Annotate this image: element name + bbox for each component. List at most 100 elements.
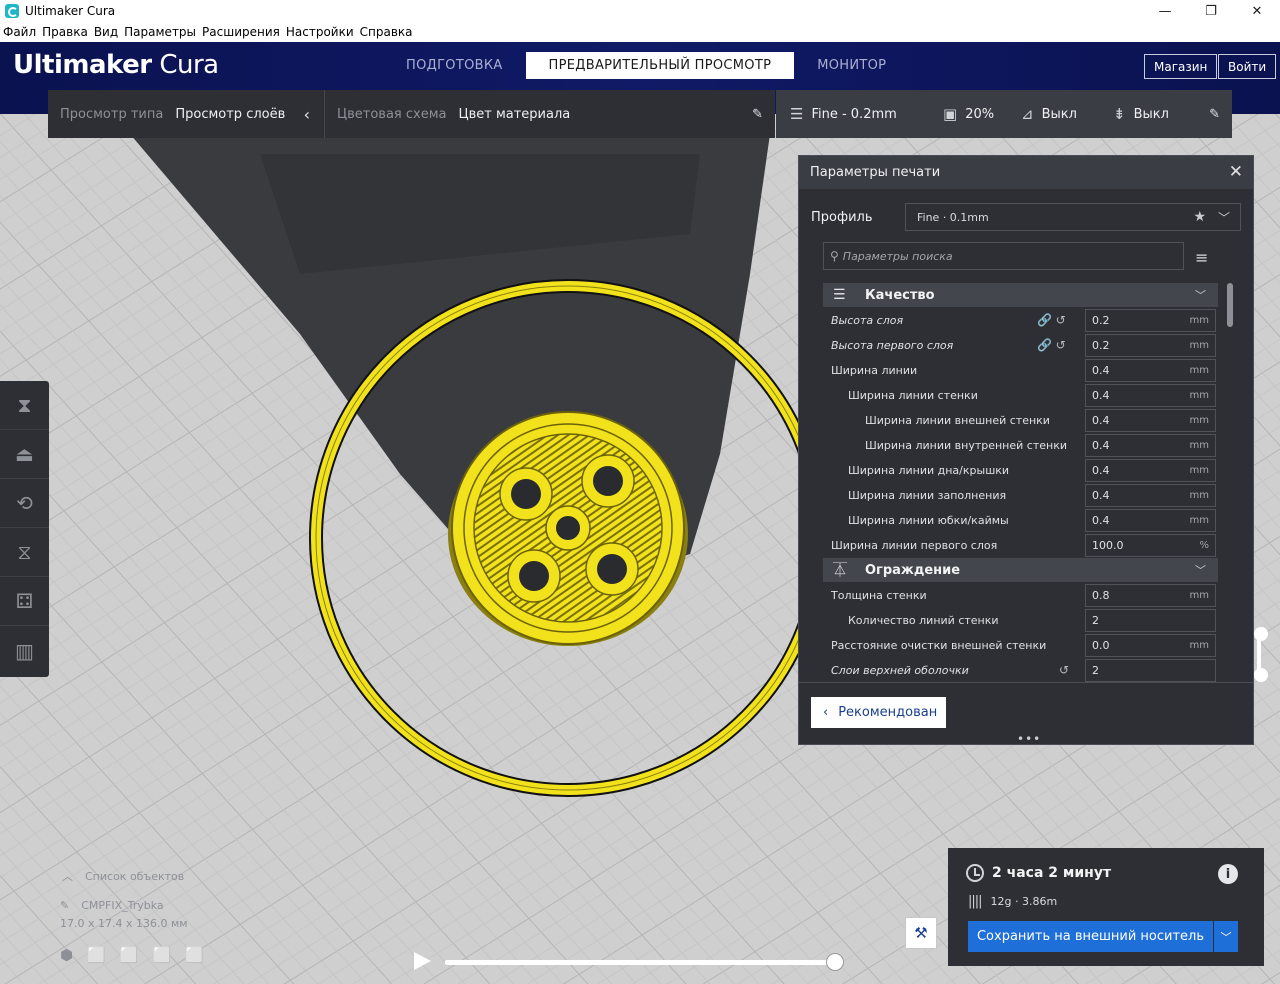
reset-icon[interactable]: ↺ [1059, 663, 1069, 677]
color-scheme-value: Цвет материала [458, 106, 571, 122]
close-icon[interactable]: ✕ [1229, 162, 1243, 182]
filament-icon: |||| [968, 894, 982, 909]
info-icon[interactable]: i [1218, 864, 1238, 884]
tools-icon[interactable]: ⚒ [905, 917, 937, 949]
setting-value-field[interactable]: 100.0% [1085, 534, 1216, 557]
tab-preview[interactable]: ПРЕДВАРИТЕЛЬНЫЙ ПРОСМОТР [525, 52, 795, 79]
setting-value-field[interactable]: 0.0 mm [1085, 634, 1216, 657]
profile-summary[interactable]: ☰ Fine - 0.2mm [790, 105, 897, 123]
profile-label: Профиль [811, 209, 873, 225]
color-scheme-label: Цветовая схема [337, 106, 447, 122]
setting-row: Высота первого слоя 🔗 ↺ 0.2 mm [823, 333, 1218, 358]
scrollbar-thumb[interactable] [1227, 283, 1233, 327]
mirror-tool-icon[interactable]: ⧖ [0, 528, 49, 577]
settings-search[interactable]: ⚲ [823, 242, 1184, 270]
path-slider-track[interactable] [445, 960, 837, 965]
minimize-button[interactable]: — [1142, 0, 1188, 22]
play-icon[interactable] [414, 952, 431, 970]
maximize-button[interactable]: ❐ [1188, 0, 1234, 22]
cura-app-icon [5, 4, 19, 18]
category-shell[interactable]: ⏄ Ограждение ﹀ [823, 558, 1218, 582]
camera-3d-icon[interactable]: ⬢ [60, 946, 87, 964]
setting-value-field[interactable]: 0.2 mm [1085, 309, 1216, 332]
settings-panel-title: Параметры печати [810, 165, 941, 180]
settings-list[interactable]: ☰ Качество ﹀ Высота слоя 🔗 ↺ 0.2 mm Высот… [823, 283, 1218, 683]
camera-front-icon[interactable]: ⬜ [87, 946, 120, 964]
support-summary[interactable]: ⊿ Выкл [1021, 105, 1077, 123]
tab-prepare[interactable]: ПОДГОТОВКА [383, 52, 526, 79]
setting-value-field[interactable]: 0.4 mm [1085, 484, 1216, 507]
print-output-panel: 2 часа 2 минут i |||| 12g · 3.86m Сохран… [948, 848, 1264, 966]
view-type-selector[interactable]: Просмотр типа Просмотр слоёв ‹ [48, 90, 324, 138]
print-setup-bar[interactable]: ☰ Fine - 0.2mm ▣ 20% ⊿ Выкл ⇟ Выкл ✎ [776, 90, 1232, 138]
setting-row: Ширина линии первого слоя 100.0% [823, 533, 1218, 558]
pencil-icon: ✎ [60, 898, 70, 912]
setting-row: Ширина линии внутренней стенки 0.4 mm [823, 433, 1218, 458]
menu-bar: Файл Правка Вид Параметры Расширения Нас… [0, 22, 1280, 42]
tab-monitor[interactable]: МОНИТОР [794, 52, 909, 79]
object-list: ︿ Список объектов ✎ CMPFIX_Trybka 17.0 x… [60, 866, 218, 965]
path-slider-handle[interactable] [826, 953, 844, 971]
search-input[interactable] [842, 249, 1173, 263]
chevron-down-icon[interactable]: ﹀ [1214, 921, 1238, 952]
camera-right-icon[interactable]: ⬜ [185, 946, 218, 964]
marketplace-button[interactable]: Магазин [1144, 54, 1218, 79]
adhesion-summary[interactable]: ⇟ Выкл [1113, 105, 1169, 123]
setting-value-field[interactable]: 0.8 mm [1085, 584, 1216, 607]
object-dimensions: 17.0 x 17.4 x 136.0 мм [60, 916, 188, 930]
category-quality[interactable]: ☰ Качество ﹀ [823, 283, 1218, 307]
object-name-row[interactable]: ✎ CMPFIX_Trybka [60, 895, 218, 915]
setting-value-field[interactable]: 0.4 mm [1085, 409, 1216, 432]
scale-tool-icon[interactable]: ⏏ [0, 430, 49, 479]
close-window-button[interactable]: ✕ [1234, 0, 1280, 22]
resize-grip-icon[interactable]: ••• [1017, 732, 1041, 746]
setting-row: Высота слоя 🔗 ↺ 0.2 mm [823, 308, 1218, 333]
rotate-tool-icon[interactable]: ⟲ [0, 479, 49, 528]
camera-view-icons[interactable]: ⬢ ⬜ ⬜ ⬜ ⬜ [60, 945, 218, 965]
settings-scrollbar[interactable] [1227, 283, 1233, 683]
link-reset-icons[interactable]: 🔗 ↺ [1037, 338, 1066, 352]
infill-summary[interactable]: ▣ 20% [943, 105, 994, 123]
setting-value-field[interactable]: 2 [1085, 609, 1216, 632]
star-icon[interactable]: ★ [1193, 209, 1206, 225]
menu-edit[interactable]: Правка [42, 25, 88, 39]
support-icon: ⊿ [1021, 105, 1034, 123]
menu-preferences[interactable]: Настройки [286, 25, 354, 39]
settings-menu-icon[interactable]: ≡ [1195, 248, 1208, 267]
menu-parameters[interactable]: Параметры [124, 25, 196, 39]
setting-value-field[interactable]: 0.4 mm [1085, 459, 1216, 482]
setting-row: Ширина линии внешней стенки 0.4 mm [823, 408, 1218, 433]
edit-settings-pencil-icon[interactable]: ✎ [1209, 107, 1220, 122]
login-button[interactable]: Войти [1218, 54, 1277, 79]
layer-slider-handles[interactable] [1253, 626, 1269, 682]
setting-value-field[interactable]: 0.4 mm [1085, 384, 1216, 407]
menu-file[interactable]: Файл [3, 25, 36, 39]
setting-value-field[interactable]: 0.4 mm [1085, 434, 1216, 457]
save-to-removable-button[interactable]: Сохранить на внешний носитель [968, 921, 1213, 952]
menu-help[interactable]: Справка [360, 25, 413, 39]
setting-value-field[interactable]: 2 [1085, 659, 1216, 682]
support-blocker-icon[interactable]: ▥ [0, 626, 49, 675]
setting-value-field[interactable]: 0.4 mm [1085, 359, 1216, 382]
move-tool-icon[interactable]: ⧗ [0, 381, 49, 430]
camera-top-icon[interactable]: ⬜ [120, 946, 153, 964]
color-scheme-selector[interactable]: Цветовая схема Цвет материала ✎ [325, 90, 775, 138]
camera-left-icon[interactable]: ⬜ [152, 946, 185, 964]
setting-value-field[interactable]: 0.4 mm [1085, 509, 1216, 532]
setting-row: Количество линий стенки 2 [823, 608, 1218, 633]
settings-panel-header: Параметры печати ✕ [799, 156, 1253, 189]
profile-dropdown[interactable]: Fine · 0.1mm ★ ﹀ [905, 203, 1241, 231]
setting-value-field[interactable]: 0.2 mm [1085, 334, 1216, 357]
pencil-icon[interactable]: ✎ [752, 107, 763, 122]
link-reset-icons[interactable]: 🔗 ↺ [1037, 313, 1066, 327]
chevron-left-icon[interactable]: ‹ [304, 105, 310, 124]
recommended-button[interactable]: ‹ Рекомендован [811, 697, 946, 728]
brand-logo: Ultimaker Cura [13, 50, 219, 80]
menu-view[interactable]: Вид [94, 25, 118, 39]
per-model-settings-icon[interactable]: ⚃ [0, 577, 49, 626]
view-type-label: Просмотр типа [60, 106, 164, 122]
chevron-down-icon[interactable]: ﹀ [1218, 209, 1230, 226]
setting-row: Ширина линии стенки 0.4 mm [823, 383, 1218, 408]
object-list-toggle[interactable]: ︿ Список объектов [60, 866, 218, 886]
menu-extensions[interactable]: Расширения [202, 25, 280, 39]
